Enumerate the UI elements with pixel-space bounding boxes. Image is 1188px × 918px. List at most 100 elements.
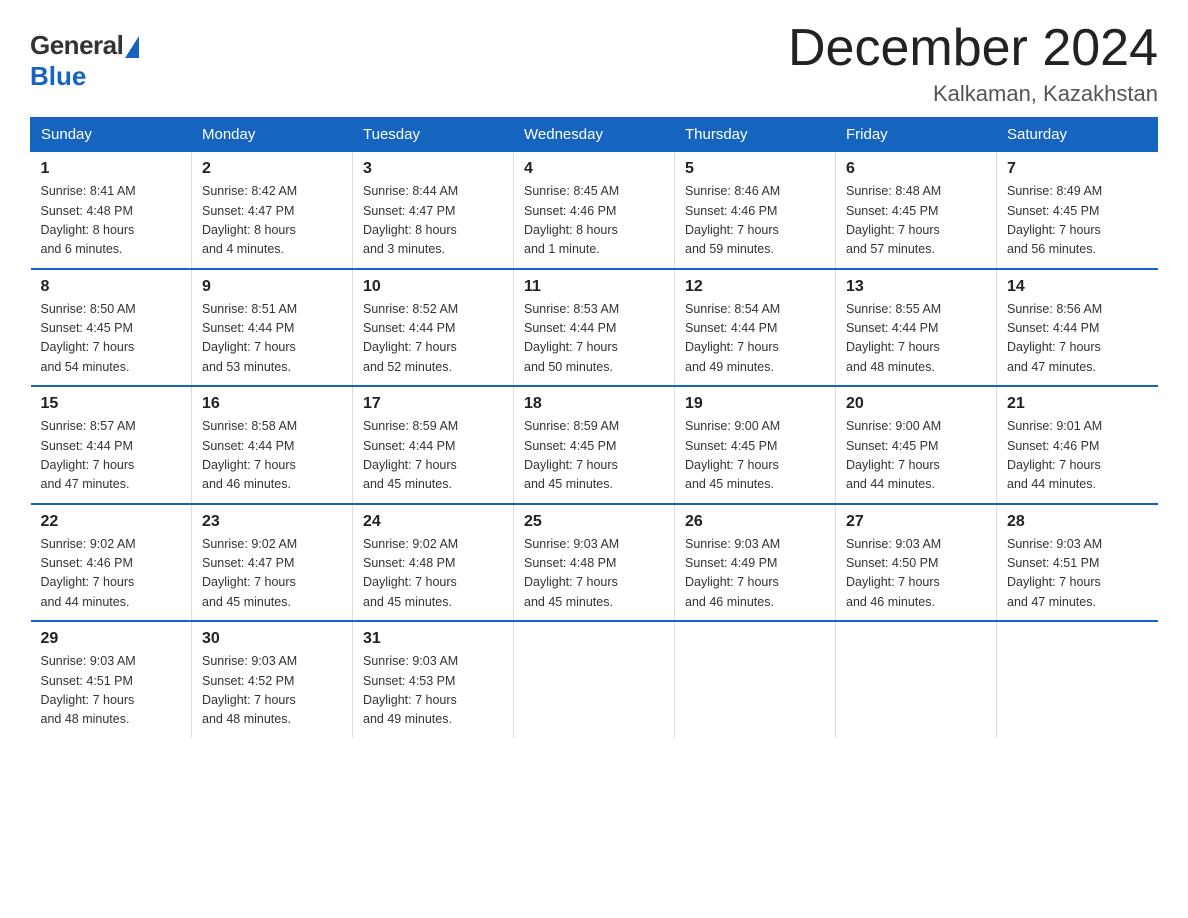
day-info: Sunrise: 8:57 AM Sunset: 4:44 PM Dayligh… bbox=[41, 417, 182, 495]
day-number: 25 bbox=[524, 513, 664, 531]
day-number: 16 bbox=[202, 395, 342, 413]
calendar-cell: 11 Sunrise: 8:53 AM Sunset: 4:44 PM Dayli… bbox=[514, 269, 675, 387]
header-sunday: Sunday bbox=[31, 118, 192, 152]
page-header: General Blue December 2024 Kalkaman, Kaz… bbox=[30, 20, 1158, 107]
calendar-week-row: 15 Sunrise: 8:57 AM Sunset: 4:44 PM Dayli… bbox=[31, 386, 1158, 504]
day-info: Sunrise: 8:55 AM Sunset: 4:44 PM Dayligh… bbox=[846, 300, 986, 378]
day-info: Sunrise: 9:03 AM Sunset: 4:48 PM Dayligh… bbox=[524, 535, 664, 613]
day-number: 5 bbox=[685, 160, 825, 178]
day-number: 19 bbox=[685, 395, 825, 413]
day-number: 15 bbox=[41, 395, 182, 413]
day-info: Sunrise: 8:52 AM Sunset: 4:44 PM Dayligh… bbox=[363, 300, 503, 378]
calendar-cell: 24 Sunrise: 9:02 AM Sunset: 4:48 PM Dayli… bbox=[353, 504, 514, 622]
calendar-cell: 21 Sunrise: 9:01 AM Sunset: 4:46 PM Dayli… bbox=[997, 386, 1158, 504]
day-number: 13 bbox=[846, 278, 986, 296]
day-info: Sunrise: 8:53 AM Sunset: 4:44 PM Dayligh… bbox=[524, 300, 664, 378]
day-number: 29 bbox=[41, 630, 182, 648]
day-number: 17 bbox=[363, 395, 503, 413]
day-info: Sunrise: 8:42 AM Sunset: 4:47 PM Dayligh… bbox=[202, 182, 342, 260]
day-number: 12 bbox=[685, 278, 825, 296]
calendar-week-row: 22 Sunrise: 9:02 AM Sunset: 4:46 PM Dayli… bbox=[31, 504, 1158, 622]
day-info: Sunrise: 8:48 AM Sunset: 4:45 PM Dayligh… bbox=[846, 182, 986, 260]
day-number: 27 bbox=[846, 513, 986, 531]
day-info: Sunrise: 9:02 AM Sunset: 4:47 PM Dayligh… bbox=[202, 535, 342, 613]
calendar-cell: 19 Sunrise: 9:00 AM Sunset: 4:45 PM Dayli… bbox=[675, 386, 836, 504]
calendar-cell: 5Sunrise: 8:46 AM Sunset: 4:46 PM Daylig… bbox=[675, 152, 836, 269]
calendar-cell: 13 Sunrise: 8:55 AM Sunset: 4:44 PM Dayli… bbox=[836, 269, 997, 387]
calendar-cell: 17 Sunrise: 8:59 AM Sunset: 4:44 PM Dayli… bbox=[353, 386, 514, 504]
day-number: 10 bbox=[363, 278, 503, 296]
day-number: 4 bbox=[524, 160, 664, 178]
day-number: 21 bbox=[1007, 395, 1148, 413]
day-info: Sunrise: 8:44 AM Sunset: 4:47 PM Dayligh… bbox=[363, 182, 503, 260]
title-section: December 2024 Kalkaman, Kazakhstan bbox=[788, 20, 1158, 107]
calendar-cell: 23 Sunrise: 9:02 AM Sunset: 4:47 PM Dayli… bbox=[192, 504, 353, 622]
calendar-cell bbox=[514, 621, 675, 738]
day-info: Sunrise: 9:02 AM Sunset: 4:48 PM Dayligh… bbox=[363, 535, 503, 613]
day-number: 2 bbox=[202, 160, 342, 178]
day-info: Sunrise: 9:03 AM Sunset: 4:50 PM Dayligh… bbox=[846, 535, 986, 613]
logo-blue-text: Blue bbox=[30, 61, 86, 91]
day-info: Sunrise: 8:45 AM Sunset: 4:46 PM Dayligh… bbox=[524, 182, 664, 260]
calendar-cell: 20Sunrise: 9:00 AM Sunset: 4:45 PM Dayli… bbox=[836, 386, 997, 504]
calendar-header-row: SundayMondayTuesdayWednesdayThursdayFrid… bbox=[31, 118, 1158, 152]
day-number: 28 bbox=[1007, 513, 1148, 531]
day-info: Sunrise: 8:59 AM Sunset: 4:44 PM Dayligh… bbox=[363, 417, 503, 495]
day-number: 11 bbox=[524, 278, 664, 296]
day-info: Sunrise: 9:02 AM Sunset: 4:46 PM Dayligh… bbox=[41, 535, 182, 613]
header-tuesday: Tuesday bbox=[353, 118, 514, 152]
calendar-week-row: 29Sunrise: 9:03 AM Sunset: 4:51 PM Dayli… bbox=[31, 621, 1158, 738]
header-monday: Monday bbox=[192, 118, 353, 152]
calendar-cell: 6 Sunrise: 8:48 AM Sunset: 4:45 PM Daylig… bbox=[836, 152, 997, 269]
calendar-week-row: 1 Sunrise: 8:41 AM Sunset: 4:48 PM Daylig… bbox=[31, 152, 1158, 269]
day-number: 31 bbox=[363, 630, 503, 648]
day-info: Sunrise: 8:54 AM Sunset: 4:44 PM Dayligh… bbox=[685, 300, 825, 378]
day-number: 8 bbox=[41, 278, 182, 296]
header-thursday: Thursday bbox=[675, 118, 836, 152]
day-number: 1 bbox=[41, 160, 182, 178]
calendar-cell: 27 Sunrise: 9:03 AM Sunset: 4:50 PM Dayli… bbox=[836, 504, 997, 622]
calendar-cell: 1 Sunrise: 8:41 AM Sunset: 4:48 PM Daylig… bbox=[31, 152, 192, 269]
day-info: Sunrise: 9:00 AM Sunset: 4:45 PM Dayligh… bbox=[685, 417, 825, 495]
calendar-cell: 14 Sunrise: 8:56 AM Sunset: 4:44 PM Dayli… bbox=[997, 269, 1158, 387]
day-info: Sunrise: 8:58 AM Sunset: 4:44 PM Dayligh… bbox=[202, 417, 342, 495]
calendar-cell: 15 Sunrise: 8:57 AM Sunset: 4:44 PM Dayli… bbox=[31, 386, 192, 504]
day-number: 26 bbox=[685, 513, 825, 531]
calendar-cell: 7 Sunrise: 8:49 AM Sunset: 4:45 PM Daylig… bbox=[997, 152, 1158, 269]
calendar-cell: 29Sunrise: 9:03 AM Sunset: 4:51 PM Dayli… bbox=[31, 621, 192, 738]
day-number: 6 bbox=[846, 160, 986, 178]
calendar-cell: 9 Sunrise: 8:51 AM Sunset: 4:44 PM Daylig… bbox=[192, 269, 353, 387]
day-number: 22 bbox=[41, 513, 182, 531]
calendar-cell: 22 Sunrise: 9:02 AM Sunset: 4:46 PM Dayli… bbox=[31, 504, 192, 622]
header-friday: Friday bbox=[836, 118, 997, 152]
day-info: Sunrise: 8:56 AM Sunset: 4:44 PM Dayligh… bbox=[1007, 300, 1148, 378]
calendar-cell: 25 Sunrise: 9:03 AM Sunset: 4:48 PM Dayli… bbox=[514, 504, 675, 622]
day-number: 24 bbox=[363, 513, 503, 531]
day-number: 7 bbox=[1007, 160, 1148, 178]
day-number: 9 bbox=[202, 278, 342, 296]
calendar-table: SundayMondayTuesdayWednesdayThursdayFrid… bbox=[30, 117, 1158, 738]
day-info: Sunrise: 9:03 AM Sunset: 4:52 PM Dayligh… bbox=[202, 652, 342, 730]
day-info: Sunrise: 9:03 AM Sunset: 4:49 PM Dayligh… bbox=[685, 535, 825, 613]
calendar-cell: 3Sunrise: 8:44 AM Sunset: 4:47 PM Daylig… bbox=[353, 152, 514, 269]
day-info: Sunrise: 8:49 AM Sunset: 4:45 PM Dayligh… bbox=[1007, 182, 1148, 260]
location-text: Kalkaman, Kazakhstan bbox=[788, 81, 1158, 107]
day-info: Sunrise: 8:51 AM Sunset: 4:44 PM Dayligh… bbox=[202, 300, 342, 378]
calendar-cell: 4 Sunrise: 8:45 AM Sunset: 4:46 PM Daylig… bbox=[514, 152, 675, 269]
logo-general-text: General bbox=[30, 30, 123, 61]
day-info: Sunrise: 8:59 AM Sunset: 4:45 PM Dayligh… bbox=[524, 417, 664, 495]
day-info: Sunrise: 8:41 AM Sunset: 4:48 PM Dayligh… bbox=[41, 182, 182, 260]
logo-triangle-icon bbox=[125, 36, 139, 58]
day-number: 20 bbox=[846, 395, 986, 413]
calendar-cell: 12 Sunrise: 8:54 AM Sunset: 4:44 PM Dayli… bbox=[675, 269, 836, 387]
calendar-cell: 26 Sunrise: 9:03 AM Sunset: 4:49 PM Dayli… bbox=[675, 504, 836, 622]
month-title: December 2024 bbox=[788, 20, 1158, 77]
header-wednesday: Wednesday bbox=[514, 118, 675, 152]
day-info: Sunrise: 9:01 AM Sunset: 4:46 PM Dayligh… bbox=[1007, 417, 1148, 495]
day-number: 23 bbox=[202, 513, 342, 531]
calendar-cell: 16 Sunrise: 8:58 AM Sunset: 4:44 PM Dayli… bbox=[192, 386, 353, 504]
calendar-cell: 8Sunrise: 8:50 AM Sunset: 4:45 PM Daylig… bbox=[31, 269, 192, 387]
day-number: 14 bbox=[1007, 278, 1148, 296]
day-number: 18 bbox=[524, 395, 664, 413]
calendar-cell: 18 Sunrise: 8:59 AM Sunset: 4:45 PM Dayli… bbox=[514, 386, 675, 504]
